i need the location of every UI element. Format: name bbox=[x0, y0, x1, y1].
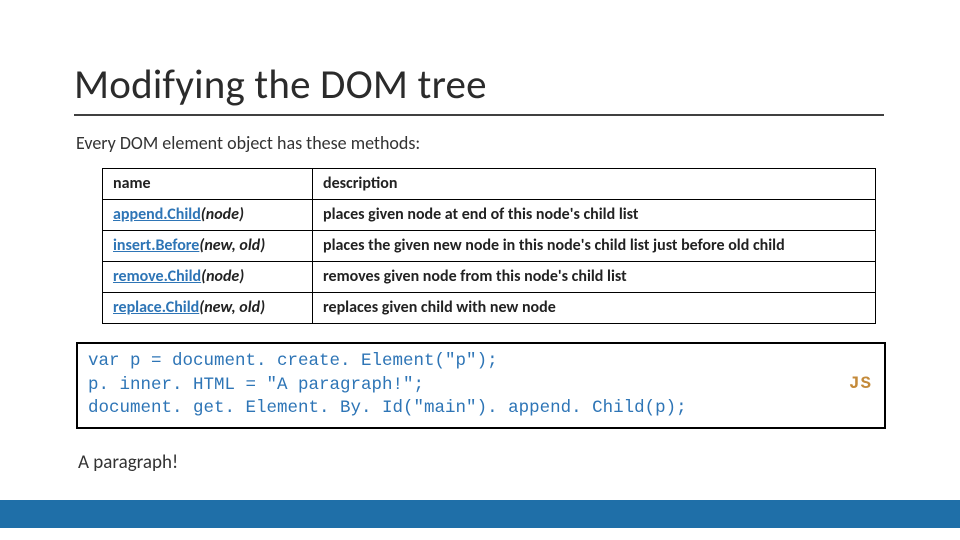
slide-title: Modifying the DOM tree bbox=[74, 60, 886, 110]
method-desc: places given node at end of this node's … bbox=[313, 200, 876, 231]
code-block: var p = document. create. Element("p"); … bbox=[76, 342, 886, 429]
method-params: (node) bbox=[201, 205, 244, 224]
title-underline bbox=[74, 114, 884, 116]
table-row: replace.Child(new, old) replaces given c… bbox=[103, 293, 876, 324]
code-line-2: p. inner. HTML = "A paragraph!"; bbox=[88, 375, 424, 395]
method-params: (node) bbox=[201, 267, 244, 286]
method-cell: insert.Before(new, old) bbox=[103, 231, 313, 262]
method-desc: places the given new node in this node's… bbox=[313, 231, 876, 262]
table-row: remove.Child(node) removes given node fr… bbox=[103, 262, 876, 293]
th-description: description bbox=[313, 169, 876, 200]
table-row: insert.Before(new, old) places the given… bbox=[103, 231, 876, 262]
intro-text: Every DOM element object has these metho… bbox=[76, 132, 886, 154]
method-link[interactable]: insert.Before bbox=[113, 236, 199, 255]
method-desc: replaces given child with new node bbox=[313, 293, 876, 324]
method-params: (new, old) bbox=[199, 298, 265, 317]
footer-bar bbox=[0, 500, 960, 528]
code-line-3: document. get. Element. By. Id("main"). … bbox=[88, 398, 687, 418]
method-cell: append.Child(node) bbox=[103, 200, 313, 231]
method-cell: replace.Child(new, old) bbox=[103, 293, 313, 324]
method-link[interactable]: remove.Child bbox=[113, 267, 201, 286]
method-params: (new, old) bbox=[199, 236, 265, 255]
slide: Modifying the DOM tree Every DOM element… bbox=[0, 0, 960, 540]
method-desc: removes given node from this node's chil… bbox=[313, 262, 876, 293]
table-row: append.Child(node) places given node at … bbox=[103, 200, 876, 231]
code-line-1: var p = document. create. Element("p"); bbox=[88, 351, 498, 371]
methods-table: name description append.Child(node) plac… bbox=[102, 168, 876, 324]
output-text: A paragraph! bbox=[78, 451, 886, 474]
js-badge: JS bbox=[849, 374, 872, 398]
table-header-row: name description bbox=[103, 169, 876, 200]
method-link[interactable]: append.Child bbox=[113, 205, 201, 224]
method-link[interactable]: replace.Child bbox=[113, 298, 199, 317]
th-name: name bbox=[103, 169, 313, 200]
method-cell: remove.Child(node) bbox=[103, 262, 313, 293]
